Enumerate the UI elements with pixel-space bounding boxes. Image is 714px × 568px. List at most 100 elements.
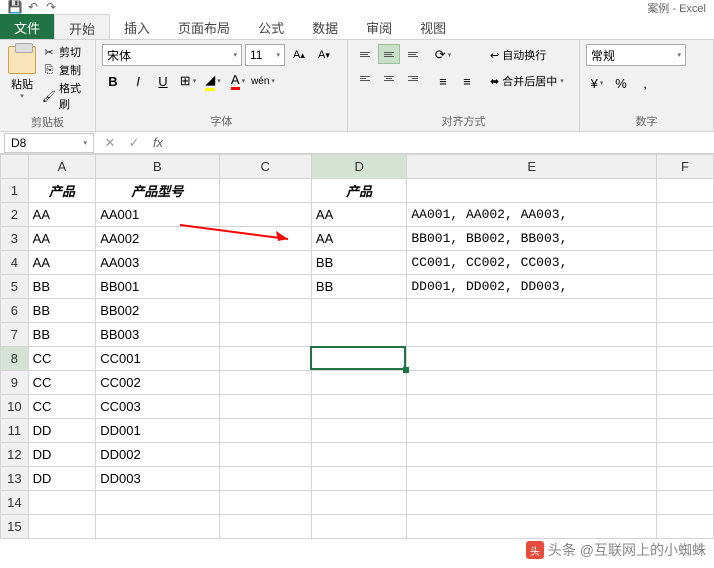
cell-A3[interactable]: AA	[28, 227, 96, 251]
font-name-select[interactable]: 宋体▾	[102, 44, 242, 66]
row-header-1[interactable]: 1	[1, 179, 29, 203]
cell-C11[interactable]	[219, 419, 311, 443]
cell-C12[interactable]	[219, 443, 311, 467]
cell-D15[interactable]	[311, 515, 406, 539]
tab-insert[interactable]: 插入	[110, 14, 164, 39]
cell-A1[interactable]: 产品	[28, 179, 96, 203]
row-header-7[interactable]: 7	[1, 323, 29, 347]
cell-C4[interactable]	[219, 251, 311, 275]
align-center-button[interactable]	[378, 68, 400, 88]
cell-B10[interactable]: CC003	[96, 395, 219, 419]
paste-button[interactable]: 粘贴 ▾	[6, 44, 38, 102]
cell-E8[interactable]	[407, 347, 657, 371]
cell-E11[interactable]	[407, 419, 657, 443]
row-header-14[interactable]: 14	[1, 491, 29, 515]
tab-home[interactable]: 开始	[54, 14, 110, 39]
worksheet-grid[interactable]: ABCDEF1产品产品型号产品2AAAA001AAAA001, AA002, A…	[0, 154, 714, 539]
cell-B3[interactable]: AA002	[96, 227, 219, 251]
cell-E7[interactable]	[407, 323, 657, 347]
row-header-6[interactable]: 6	[1, 299, 29, 323]
increase-indent-button[interactable]: ≡	[456, 70, 478, 92]
cell-C5[interactable]	[219, 275, 311, 299]
cell-F4[interactable]	[656, 251, 713, 275]
border-button[interactable]: ⊞	[177, 70, 199, 92]
cell-E2[interactable]: AA001, AA002, AA003,	[407, 203, 657, 227]
cell-F9[interactable]	[656, 371, 713, 395]
cell-B8[interactable]: CC001	[96, 347, 219, 371]
cell-B9[interactable]: CC002	[96, 371, 219, 395]
cell-D12[interactable]	[311, 443, 406, 467]
cell-D10[interactable]	[311, 395, 406, 419]
phonetic-button[interactable]: wén	[252, 70, 274, 92]
row-header-12[interactable]: 12	[1, 443, 29, 467]
fx-icon[interactable]: fx	[146, 135, 170, 150]
cell-D6[interactable]	[311, 299, 406, 323]
cell-B1[interactable]: 产品型号	[96, 179, 219, 203]
cell-B11[interactable]: DD001	[96, 419, 219, 443]
cell-E6[interactable]	[407, 299, 657, 323]
cell-A13[interactable]: DD	[28, 467, 96, 491]
cell-A10[interactable]: CC	[28, 395, 96, 419]
cell-C9[interactable]	[219, 371, 311, 395]
cell-F5[interactable]	[656, 275, 713, 299]
cell-A14[interactable]	[28, 491, 96, 515]
cell-C10[interactable]	[219, 395, 311, 419]
cell-A15[interactable]	[28, 515, 96, 539]
formula-input[interactable]	[170, 133, 714, 153]
cell-B7[interactable]: BB003	[96, 323, 219, 347]
cell-A2[interactable]: AA	[28, 203, 96, 227]
column-header-C[interactable]: C	[219, 155, 311, 179]
cell-F12[interactable]	[656, 443, 713, 467]
cell-A12[interactable]: DD	[28, 443, 96, 467]
cell-D3[interactable]: AA	[311, 227, 406, 251]
column-header-A[interactable]: A	[28, 155, 96, 179]
row-header-9[interactable]: 9	[1, 371, 29, 395]
cell-F3[interactable]	[656, 227, 713, 251]
cell-E14[interactable]	[407, 491, 657, 515]
cell-B13[interactable]: DD003	[96, 467, 219, 491]
tab-formulas[interactable]: 公式	[244, 14, 298, 39]
cell-C7[interactable]	[219, 323, 311, 347]
column-header-F[interactable]: F	[656, 155, 713, 179]
cell-B15[interactable]	[96, 515, 219, 539]
row-header-8[interactable]: 8	[1, 347, 29, 371]
column-header-B[interactable]: B	[96, 155, 219, 179]
cell-E13[interactable]	[407, 467, 657, 491]
cell-E12[interactable]	[407, 443, 657, 467]
cell-D1[interactable]: 产品	[311, 179, 406, 203]
cell-D2[interactable]: AA	[311, 203, 406, 227]
cell-E15[interactable]	[407, 515, 657, 539]
cut-button[interactable]: ✂剪切	[42, 44, 89, 60]
tab-page-layout[interactable]: 页面布局	[164, 14, 244, 39]
underline-button[interactable]: U	[152, 70, 174, 92]
cell-F15[interactable]	[656, 515, 713, 539]
cell-D14[interactable]	[311, 491, 406, 515]
cell-F2[interactable]	[656, 203, 713, 227]
cell-E4[interactable]: CC001, CC002, CC003,	[407, 251, 657, 275]
row-header-11[interactable]: 11	[1, 419, 29, 443]
name-box[interactable]: D8▾	[4, 133, 94, 153]
font-size-select[interactable]: 11▾	[245, 44, 285, 66]
cell-D13[interactable]	[311, 467, 406, 491]
decrease-indent-button[interactable]: ≡	[432, 70, 454, 92]
tab-review[interactable]: 审阅	[352, 14, 406, 39]
cell-F13[interactable]	[656, 467, 713, 491]
italic-button[interactable]: I	[127, 70, 149, 92]
tab-file[interactable]: 文件	[0, 14, 54, 39]
cell-C14[interactable]	[219, 491, 311, 515]
cell-C15[interactable]	[219, 515, 311, 539]
comma-button[interactable]: ,	[634, 72, 656, 94]
column-header-E[interactable]: E	[407, 155, 657, 179]
cell-A8[interactable]: CC	[28, 347, 96, 371]
increase-font-button[interactable]: A▴	[288, 44, 310, 66]
row-header-3[interactable]: 3	[1, 227, 29, 251]
undo-icon[interactable]: ↶	[26, 0, 40, 14]
row-header-13[interactable]: 13	[1, 467, 29, 491]
cell-E10[interactable]	[407, 395, 657, 419]
cell-A4[interactable]: AA	[28, 251, 96, 275]
cell-F11[interactable]	[656, 419, 713, 443]
row-header-15[interactable]: 15	[1, 515, 29, 539]
cell-C3[interactable]	[219, 227, 311, 251]
row-header-2[interactable]: 2	[1, 203, 29, 227]
cancel-icon[interactable]: ✕	[98, 135, 122, 151]
